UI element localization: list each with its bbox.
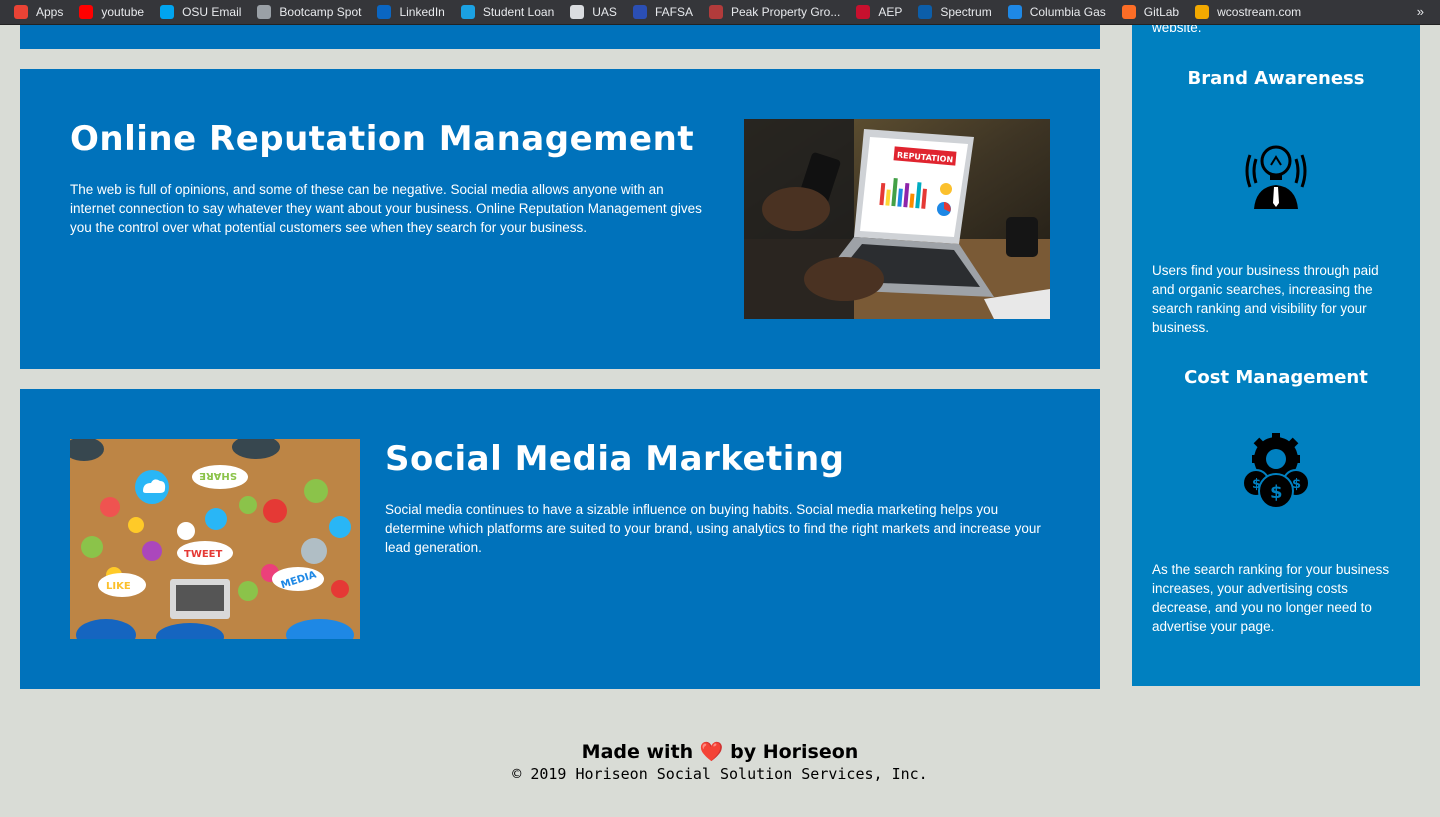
bookmark-uas[interactable]: UAS [570, 5, 617, 19]
bookmark-bootcamp-spot[interactable]: Bootcamp Spot [257, 5, 361, 19]
student-loan-icon [460, 5, 475, 19]
globe-icon [257, 5, 272, 19]
brand-awareness-body: Users find your business through paid an… [1152, 263, 1379, 335]
footer-made-with: Made with ❤️ by Horiseon [0, 740, 1440, 763]
svg-text:$: $ [1252, 477, 1261, 492]
bookmark-wcostream-com[interactable]: wcostream.com [1195, 5, 1301, 19]
wco-icon [1195, 5, 1210, 19]
reputation-laptop-illustration: REPUTATION [744, 119, 1050, 319]
footer-made-prefix: Made with [581, 741, 694, 763]
bookmark-student-loan[interactable]: Student Loan [460, 5, 555, 19]
gitlab-icon [1121, 5, 1136, 19]
reputation-title: Online Reputation Management [70, 119, 695, 159]
bookmark-label: OSU Email [182, 5, 242, 19]
microsoft-icon [160, 5, 175, 19]
cost-management-body: As the search ranking for your business … [1152, 562, 1390, 634]
bookmark-label: GitLab [1143, 5, 1180, 19]
bookmark-label: Apps [36, 5, 64, 19]
document-icon [570, 5, 585, 19]
apps-grid-icon [14, 5, 28, 19]
gear-dollar-icon: $ $ $ [1242, 433, 1310, 509]
bookmark-apps[interactable]: Apps [14, 5, 63, 19]
bookmark-label: Bootcamp Spot [279, 5, 362, 19]
brand-awareness-title: Brand Awareness [1187, 68, 1365, 89]
social-media-illustration: SHARE TWEET LIKE MEDIA [70, 439, 360, 639]
bookmark-label: FAFSA [654, 5, 693, 19]
linkedin-icon [377, 5, 392, 19]
bookmark-peak-property-gro[interactable]: Peak Property Gro... [708, 5, 841, 19]
bookmark-label: AEP [878, 5, 903, 19]
heart-icon: ❤️ [699, 741, 724, 763]
footer-made-suffix: by Horiseon [730, 741, 859, 763]
reputation-body: The web is full of opinions, and some of… [70, 182, 702, 235]
lightbulb-person-icon [1245, 145, 1307, 209]
bookmark-youtube[interactable]: youtube [79, 5, 144, 19]
bookmark-label: Spectrum [940, 5, 992, 19]
bookmark-label: Peak Property Gro... [730, 5, 841, 19]
footer-copyright: © 2019 Horiseon Social Solution Services… [512, 765, 928, 783]
youtube-icon [79, 5, 94, 19]
bookmarks-overflow-chevron-icon[interactable]: » [1417, 4, 1424, 19]
svg-text:$: $ [1292, 477, 1301, 492]
bookmark-label: Columbia Gas [1029, 5, 1106, 19]
reputation-image: REPUTATION [744, 119, 1050, 319]
aep-icon [856, 5, 871, 19]
bookmark-fafsa[interactable]: FAFSA [632, 5, 693, 19]
like-bubble-text: LIKE [106, 581, 131, 592]
bookmarks-bar: Apps youtube OSU Email Bootcamp Spot LinkedI… [0, 0, 1440, 25]
svg-text:$: $ [1270, 482, 1283, 503]
bookmark-label: UAS [592, 5, 617, 19]
bookmark-linkedin[interactable]: LinkedIn [377, 5, 445, 19]
bookmark-aep[interactable]: AEP [856, 5, 902, 19]
tweet-bubble-text: TWEET [184, 549, 223, 560]
bookmark-columbia-gas[interactable]: Columbia Gas [1007, 5, 1106, 19]
benefits-sidebar: website. Brand Awareness Users find your… [1132, 21, 1420, 686]
social-media-section: SHARE TWEET LIKE MEDIA Social Media Mark… [20, 389, 1100, 689]
page-footer: Made with ❤️ by Horiseon © 2019 Horiseon… [0, 740, 1440, 783]
bookmark-label: wcostream.com [1217, 5, 1302, 19]
bookmark-gitlab[interactable]: GitLab [1121, 5, 1180, 19]
bookmark-label: Student Loan [482, 5, 555, 19]
share-bubble-text: SHARE [199, 470, 237, 481]
reputation-section: Online Reputation Management The web is … [20, 69, 1100, 369]
spectrum-icon [918, 5, 933, 19]
bookmark-label: LinkedIn [399, 5, 445, 19]
social-media-image: SHARE TWEET LIKE MEDIA [70, 439, 360, 639]
bookmark-spectrum[interactable]: Spectrum [918, 5, 992, 19]
social-media-title: Social Media Marketing [385, 439, 845, 479]
social-media-body: Social media continues to have a sizable… [385, 502, 1041, 555]
building-icon [708, 5, 723, 19]
gas-flame-icon [1007, 5, 1022, 19]
cost-management-title: Cost Management [1184, 367, 1368, 388]
bookmark-osu-email[interactable]: OSU Email [160, 5, 241, 19]
bookmark-label: youtube [101, 5, 145, 19]
fafsa-icon [632, 5, 647, 19]
previous-section-card [20, 25, 1100, 49]
